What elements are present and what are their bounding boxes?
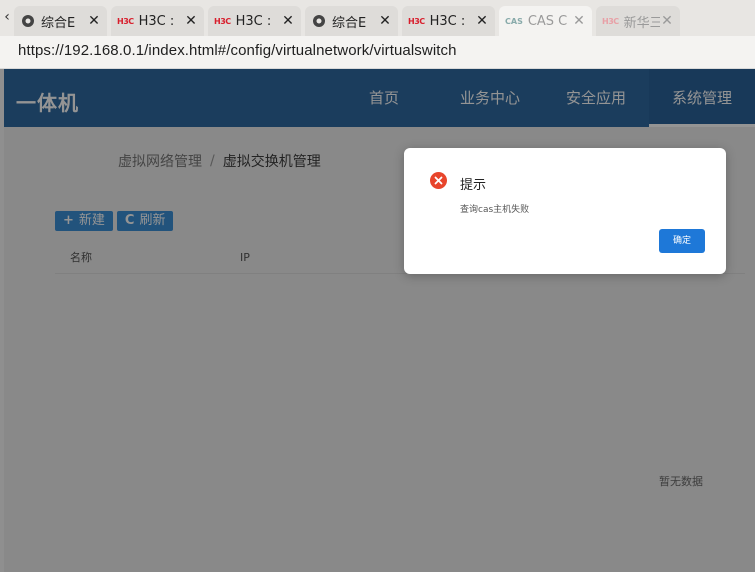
h3c-logo-icon: H3C	[602, 16, 619, 26]
address-bar[interactable]: https://192.168.0.1/index.html#/config/v…	[0, 36, 755, 69]
error-circle-icon	[430, 172, 447, 189]
tab-title: H3C :	[429, 13, 466, 29]
tab-title: CAS C	[527, 13, 568, 29]
dialog-title: 提示	[460, 178, 487, 193]
tab-title: 综合E	[332, 15, 367, 31]
alert-dialog: 提示 查询cas主机失败 确定	[404, 148, 726, 274]
browser-tab[interactable]: H3C H3C : ✕	[208, 6, 301, 36]
ok-button[interactable]: 确定	[659, 229, 705, 253]
tab-title: H3C :	[235, 13, 272, 29]
tab-close-icon[interactable]: ✕	[281, 13, 295, 29]
browser-tab[interactable]: H3C H3C : ✕	[402, 6, 495, 36]
browser-tab-strip: ‹ 综合E ✕ H3C H3C : ✕ H3C H3C : ✕ 综合E ✕ H3…	[0, 0, 755, 36]
globe-icon	[20, 13, 36, 29]
tab-close-icon[interactable]: ✕	[572, 13, 586, 29]
tab-close-icon[interactable]: ✕	[660, 13, 674, 29]
dialog-message: 查询cas主机失败	[460, 205, 530, 215]
globe-icon	[311, 13, 327, 29]
browser-tab[interactable]: H3C H3C : ✕	[111, 6, 204, 36]
h3c-logo-icon: H3C	[117, 16, 134, 26]
browser-tab[interactable]: 综合E ✕	[14, 6, 107, 36]
browser-tab-active[interactable]: CAS CAS C ✕	[499, 6, 592, 36]
tab-close-icon[interactable]: ✕	[378, 13, 392, 29]
tab-close-icon[interactable]: ✕	[184, 13, 198, 29]
tab-title: H3C :	[138, 13, 175, 29]
cas-logo-icon: CAS	[505, 16, 523, 26]
browser-tab[interactable]: 综合E ✕	[305, 6, 398, 36]
h3c-logo-icon: H3C	[408, 16, 425, 26]
tab-close-icon[interactable]: ✕	[475, 13, 489, 29]
tab-title: 新华三	[623, 15, 660, 31]
modal-mask[interactable]	[0, 69, 755, 572]
url-text[interactable]: https://192.168.0.1/index.html#/config/v…	[18, 42, 457, 59]
h3c-logo-icon: H3C	[214, 16, 231, 26]
browser-tab[interactable]: H3C 新华三 ✕	[596, 6, 680, 36]
tab-close-icon[interactable]: ✕	[87, 13, 101, 29]
tab-title: 综合E	[41, 15, 76, 31]
tab-scroll-left-icon[interactable]: ‹	[0, 0, 14, 36]
